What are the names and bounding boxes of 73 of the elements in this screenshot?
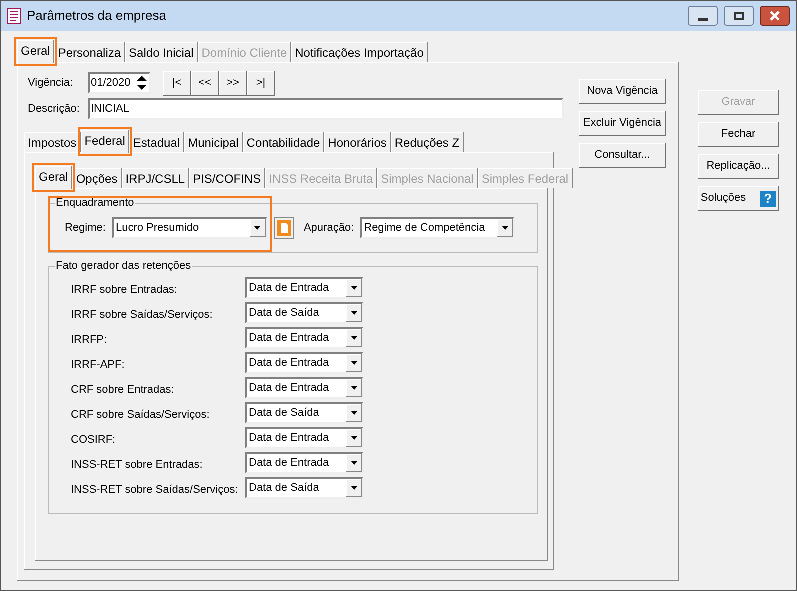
field-label: INSS-RET sobre Entradas: xyxy=(71,458,204,473)
date-spinner[interactable]: 01/2020 xyxy=(88,72,151,94)
document-icon xyxy=(276,220,291,236)
tab[interactable]: IRPJ/CSLL xyxy=(122,168,190,188)
dropdown[interactable]: Data de Saída xyxy=(245,302,364,324)
button[interactable]: << xyxy=(191,70,219,96)
document-button[interactable] xyxy=(274,217,294,239)
button[interactable]: |< xyxy=(163,70,191,96)
tab[interactable]: Honorários xyxy=(324,132,391,152)
dropdown[interactable]: Lucro Presumido xyxy=(112,217,268,239)
tab[interactable]: Notificações Importação xyxy=(291,42,428,62)
field-label: CRF sobre Entradas: xyxy=(71,382,176,398)
button[interactable]: Replicação... xyxy=(698,154,779,179)
window-title: Parâmetros da empresa xyxy=(27,7,166,26)
caret-icon xyxy=(350,361,358,365)
field-label: IRRF-APF: xyxy=(71,358,126,373)
spinner-arrows-icon xyxy=(135,75,149,91)
caret-icon xyxy=(350,286,358,290)
minimize-button[interactable] xyxy=(688,6,718,26)
document-icon xyxy=(7,8,21,24)
close-icon xyxy=(769,11,781,21)
dropdown[interactable]: Data de Entrada xyxy=(245,377,364,399)
button[interactable]: Nova Vigência xyxy=(579,79,666,104)
tab[interactable]: Municipal xyxy=(184,132,243,152)
field-label: CRF sobre Saídas/Serviços: xyxy=(71,408,211,423)
field-label: Regime: xyxy=(65,220,106,236)
dropdown[interactable]: Data de Entrada xyxy=(245,277,364,299)
caret-icon xyxy=(350,411,358,415)
button[interactable]: >> xyxy=(219,70,247,96)
dropdown[interactable]: Data de Entrada xyxy=(245,427,364,449)
dropdown[interactable]: Data de Saída xyxy=(245,477,364,499)
tab[interactable]: Personaliza xyxy=(54,42,126,62)
dropdown[interactable]: Data de Entrada xyxy=(245,352,364,374)
button[interactable]: Excluir Vigência xyxy=(579,111,666,136)
field-label: IRRFP: xyxy=(71,332,108,348)
caret-icon xyxy=(502,226,509,230)
field-label: INSS-RET sobre Saídas/Serviços: xyxy=(71,482,240,498)
description-field[interactable]: INICIAL xyxy=(88,98,564,120)
dropdown[interactable]: Data de Entrada xyxy=(245,327,364,349)
caret-icon xyxy=(350,436,358,440)
tab[interactable]: Estadual xyxy=(129,132,184,152)
tab[interactable]: Reduções Z xyxy=(390,132,464,152)
tab[interactable]: Impostos xyxy=(24,132,81,152)
button[interactable]: Consultar... xyxy=(579,143,666,168)
caret-icon xyxy=(350,386,358,390)
maximize-button[interactable] xyxy=(724,6,754,26)
tab[interactable]: Geral xyxy=(17,40,54,63)
dropdown[interactable]: Regime de Competência xyxy=(360,217,516,239)
caret-icon xyxy=(254,226,262,230)
dropdown[interactable]: Data de Saída xyxy=(245,402,364,424)
tab[interactable]: Saldo Inicial xyxy=(125,42,198,62)
field-label: Vigência: xyxy=(28,76,74,91)
caret-icon xyxy=(350,311,358,315)
field-label: COSIRF: xyxy=(71,432,117,448)
group-title: Fato gerador das retenções xyxy=(55,259,192,273)
caret-icon xyxy=(350,486,358,490)
tab[interactable]: Opções xyxy=(72,168,122,188)
field-label: Apuração: xyxy=(304,220,354,236)
help-icon: ? xyxy=(760,190,776,206)
close-button[interactable] xyxy=(760,6,790,26)
button[interactable]: >| xyxy=(247,70,275,96)
field-label: IRRF sobre Entradas: xyxy=(71,282,178,298)
tab[interactable]: PIS/COFINS xyxy=(189,168,266,188)
dropdown[interactable]: Data de Entrada xyxy=(245,452,364,474)
caret-icon xyxy=(350,461,358,465)
field-label: IRRF sobre Saídas/Serviços: xyxy=(71,308,214,323)
button[interactable]: Fechar xyxy=(698,122,779,147)
tab[interactable]: Contabilidade xyxy=(242,132,324,152)
field-label: Descrição: xyxy=(28,102,81,117)
tab[interactable]: Geral xyxy=(35,166,72,189)
button[interactable]: Soluções ? xyxy=(698,186,779,211)
caret-icon xyxy=(350,336,358,340)
tab[interactable]: Federal xyxy=(80,130,130,153)
